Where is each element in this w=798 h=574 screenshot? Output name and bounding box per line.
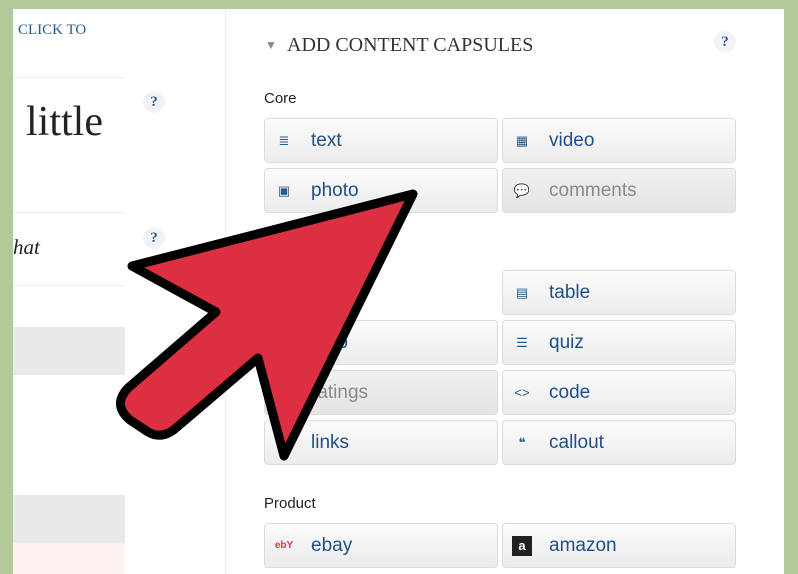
red-arrow-pointer [116, 189, 418, 461]
